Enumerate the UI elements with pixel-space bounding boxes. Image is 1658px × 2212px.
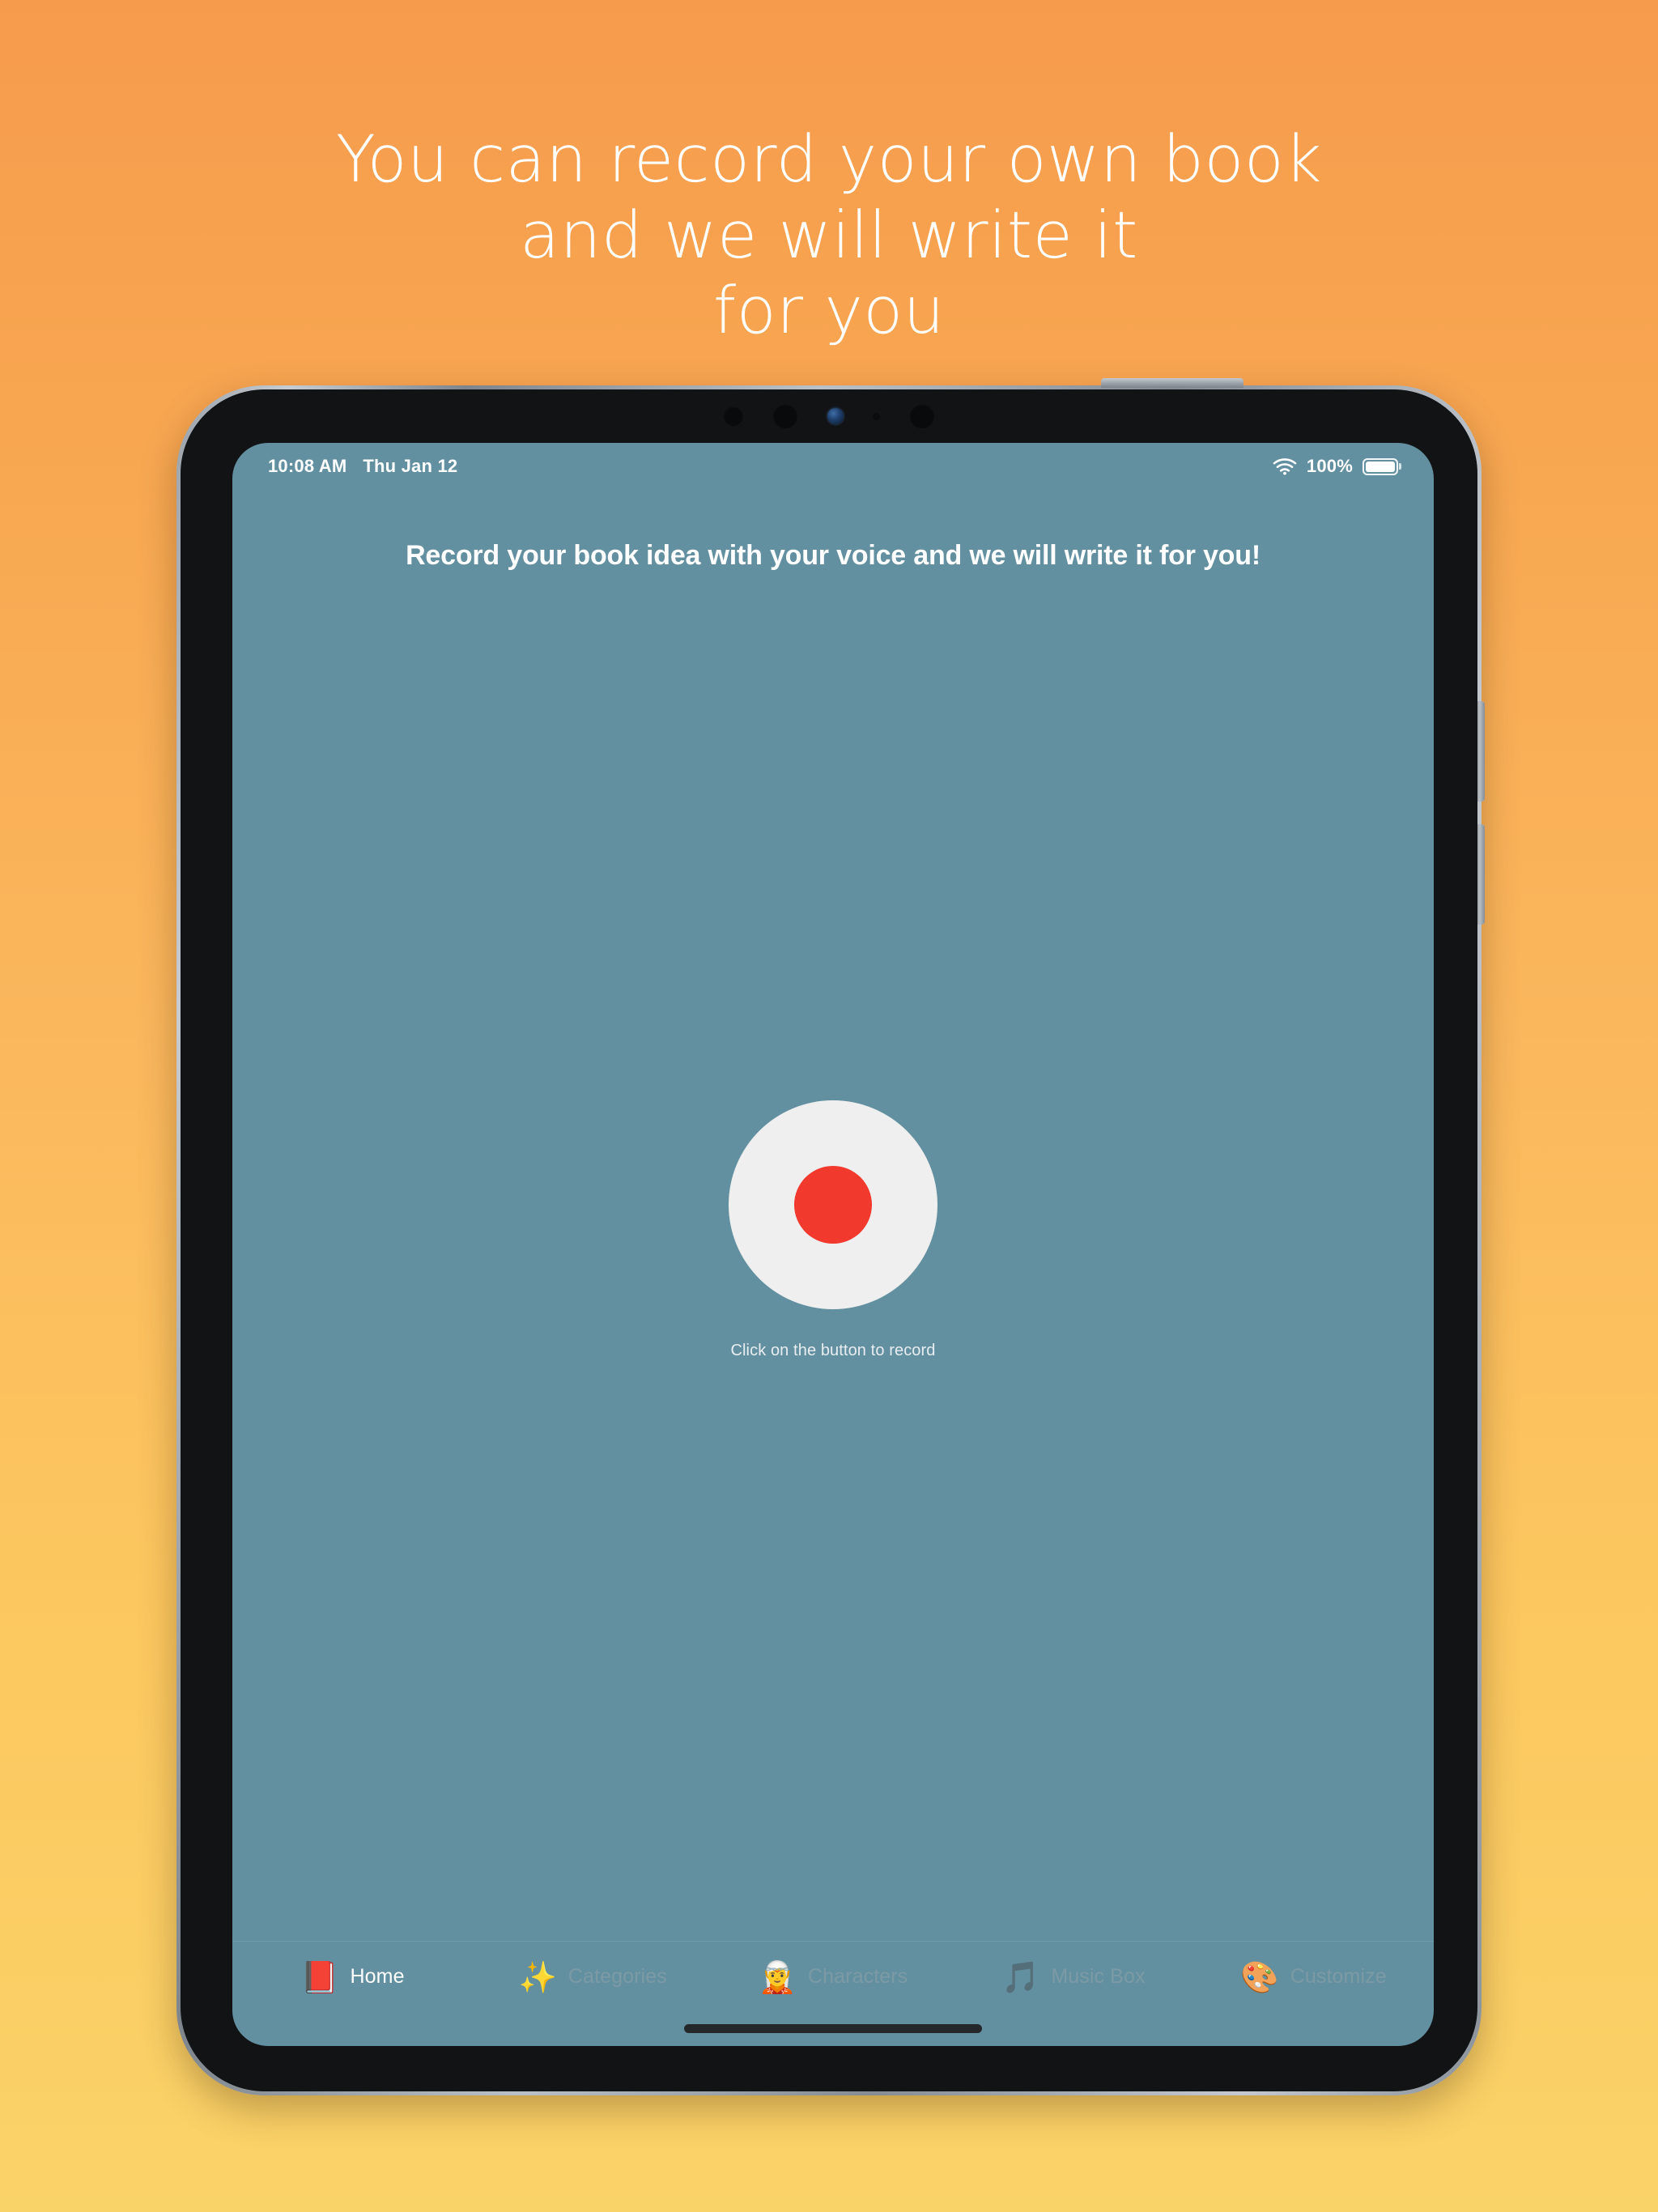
camera-sensor-icon — [724, 406, 743, 426]
face-id-sensor-icon — [910, 404, 934, 428]
music-box-icon: 🎵 — [1001, 1959, 1040, 1995]
closed-book-icon: 📕 — [300, 1959, 339, 1995]
color-wheel-icon: 🎨 — [1240, 1959, 1279, 1995]
ambient-sensor-icon — [873, 412, 881, 420]
tab-music-box-label: Music Box — [1051, 1965, 1146, 1988]
record-area: Click on the button to record — [232, 443, 1434, 2046]
tab-categories[interactable]: ✨ Categories — [473, 1942, 713, 2012]
device-body: 10:08 AM Thu Jan 12 100% Record your boo… — [181, 389, 1477, 2091]
tab-bar: 📕 Home ✨ Categories 🧝 Characters 🎵 Music… — [232, 1941, 1434, 2012]
device-screen: 10:08 AM Thu Jan 12 100% Record your boo… — [232, 443, 1434, 2046]
tab-home[interactable]: 📕 Home — [232, 1942, 473, 2012]
front-camera-icon — [772, 404, 797, 428]
tab-music-box[interactable]: 🎵 Music Box — [953, 1942, 1193, 2012]
home-indicator[interactable] — [684, 2024, 982, 2033]
elf-icon: 🧝 — [758, 1959, 797, 1995]
tab-customize[interactable]: 🎨 Customize — [1193, 1942, 1434, 2012]
camera-cluster — [724, 402, 934, 430]
tab-characters-label: Characters — [808, 1965, 908, 1988]
tab-categories-label: Categories — [568, 1965, 667, 1988]
record-dot-icon — [794, 1165, 872, 1244]
record-button[interactable] — [729, 1100, 937, 1309]
marketing-headline: You can record your own book and we will… — [335, 121, 1323, 349]
tab-characters[interactable]: 🧝 Characters — [713, 1942, 954, 2012]
tab-home-label: Home — [350, 1965, 405, 1988]
tablet-device: 10:08 AM Thu Jan 12 100% Record your boo… — [176, 378, 1485, 2095]
record-hint-text: Click on the button to record — [730, 1341, 936, 1359]
sparkles-icon: ✨ — [518, 1959, 557, 1995]
camera-lens-icon — [827, 408, 844, 424]
power-button[interactable] — [1101, 378, 1244, 388]
tab-customize-label: Customize — [1290, 1965, 1387, 1988]
